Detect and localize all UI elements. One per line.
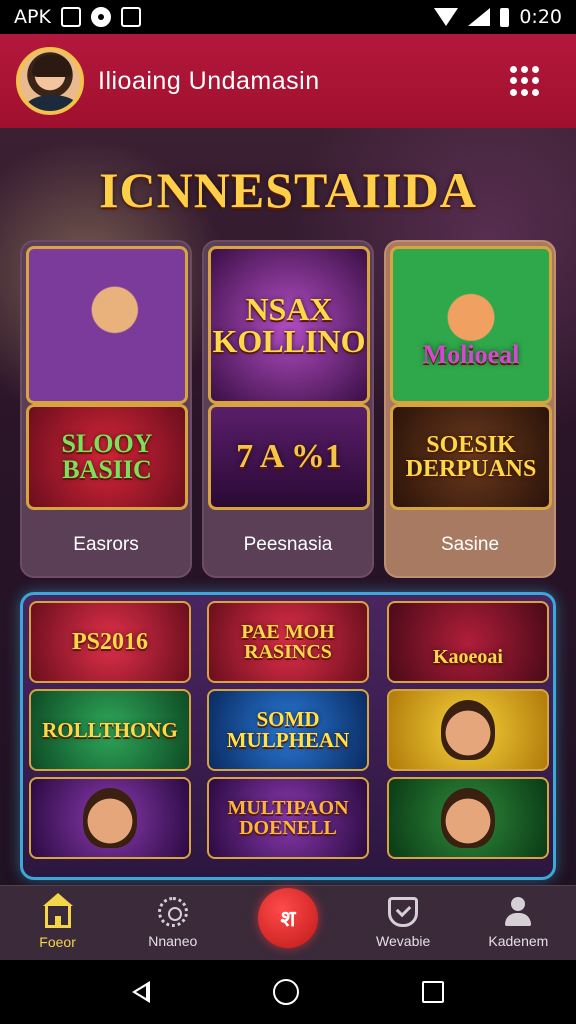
game-card-image-top[interactable]: Molioeal — [390, 246, 552, 404]
nav-item-home[interactable]: Foeor — [8, 893, 108, 950]
game-card-label: Peesnasia — [243, 534, 333, 555]
grid-menu-icon[interactable] — [510, 66, 540, 96]
banner-title: ICNNESTAIIDA — [99, 162, 477, 218]
game-tile[interactable] — [387, 777, 549, 859]
center-logo-icon[interactable]: श — [257, 888, 318, 948]
character-portrait — [441, 700, 495, 760]
game-tile-title: MULTIPAON DOENELL — [227, 797, 349, 839]
game-card-label: Easrors — [73, 534, 139, 555]
nav-item-label: Wevabie — [376, 933, 431, 949]
game-card[interactable]: Molioeal SOESIK DERPUANS Sasine — [384, 240, 556, 578]
status-right: 0:20 — [434, 6, 562, 28]
game-tile-title: PAE MOH RASINCS — [241, 621, 335, 663]
game-logo-text: SOESIK DERPUANS — [405, 432, 537, 482]
notification-icon — [60, 7, 81, 27]
signal-icon — [468, 8, 491, 26]
game-tile[interactable]: SOMD MULPHEAN — [207, 689, 369, 771]
recents-icon[interactable] — [422, 981, 445, 1003]
avatar[interactable] — [16, 47, 84, 115]
game-logo-text: SLOOY BASIIC — [61, 429, 153, 484]
game-card-label: Sasine — [440, 534, 500, 555]
nav-item-label: Foeor — [39, 934, 76, 950]
main-content: ICNNESTAIIDA SLOOY BASIIC Easrors NSAX K… — [0, 128, 576, 885]
character-portrait — [83, 788, 137, 848]
nav-item-settings[interactable]: Nnaneo — [123, 897, 223, 949]
battery-icon — [500, 7, 510, 27]
game-tile[interactable] — [29, 777, 191, 859]
clock: 0:20 — [519, 6, 562, 28]
games-grid-panel: PS2016 PAE MOH RASINCS Kaoeoai ROLLTHONG… — [20, 592, 556, 880]
game-tile[interactable]: PS2016 — [29, 601, 191, 683]
nav-item-center[interactable]: श — [238, 888, 338, 948]
status-bar: APK 0:20 — [0, 0, 576, 34]
game-tile-title: ROLLTHONG — [42, 717, 178, 742]
character-portrait — [441, 788, 495, 848]
game-tile[interactable] — [387, 689, 549, 771]
wifi-icon — [434, 8, 459, 26]
nav-item-label: Nnaneo — [148, 933, 198, 949]
status-left: APK — [14, 6, 141, 28]
game-card[interactable]: SLOOY BASIIC Easrors — [20, 240, 192, 578]
bottom-navigation: Foeor Nnaneo श Wevabie Kadenem — [0, 885, 576, 960]
game-card-image-bottom[interactable]: SLOOY BASIIC — [26, 404, 188, 510]
game-tile[interactable]: Kaoeoai — [387, 601, 549, 683]
back-icon[interactable] — [131, 981, 150, 1003]
game-logo-text: Molioeal — [422, 340, 520, 369]
game-logo-text: 7 A %1 — [236, 438, 342, 475]
game-tile-title: PS2016 — [71, 629, 148, 655]
nav-item-label: Kadenem — [488, 933, 549, 949]
header-title: Ilioaing Undamasin — [98, 66, 320, 95]
game-card[interactable]: NSAX KOLLINO 7 A %1 Peesnasia — [202, 240, 374, 578]
game-card-image-top[interactable] — [26, 246, 188, 404]
carrier-label: APK — [14, 6, 51, 28]
system-navigation-bar — [0, 960, 576, 1024]
nav-item-security[interactable]: Wevabie — [353, 897, 453, 949]
game-tile-title: SOMD MULPHEAN — [226, 707, 350, 752]
game-logo-text: NSAX KOLLINO — [212, 291, 366, 359]
user-icon — [503, 897, 533, 927]
game-tile[interactable]: MULTIPAON DOENELL — [207, 777, 369, 859]
app-header: Ilioaing Undamasin — [0, 34, 576, 128]
game-card-image-bottom[interactable]: 7 A %1 — [208, 404, 370, 510]
home-button-icon[interactable] — [272, 979, 299, 1005]
shield-icon — [388, 897, 419, 927]
nav-item-profile[interactable]: Kadenem — [468, 897, 568, 949]
game-tile-title: Kaoeoai — [433, 646, 503, 668]
messenger-icon — [90, 7, 111, 27]
gear-icon — [157, 897, 188, 927]
game-tile[interactable]: PAE MOH RASINCS — [207, 601, 369, 683]
image-icon — [120, 7, 141, 27]
game-card-image-top[interactable]: NSAX KOLLINO — [208, 246, 370, 404]
home-icon — [42, 893, 73, 928]
game-tile[interactable]: ROLLTHONG — [29, 689, 191, 771]
game-card-image-bottom[interactable]: SOESIK DERPUANS — [390, 404, 552, 510]
